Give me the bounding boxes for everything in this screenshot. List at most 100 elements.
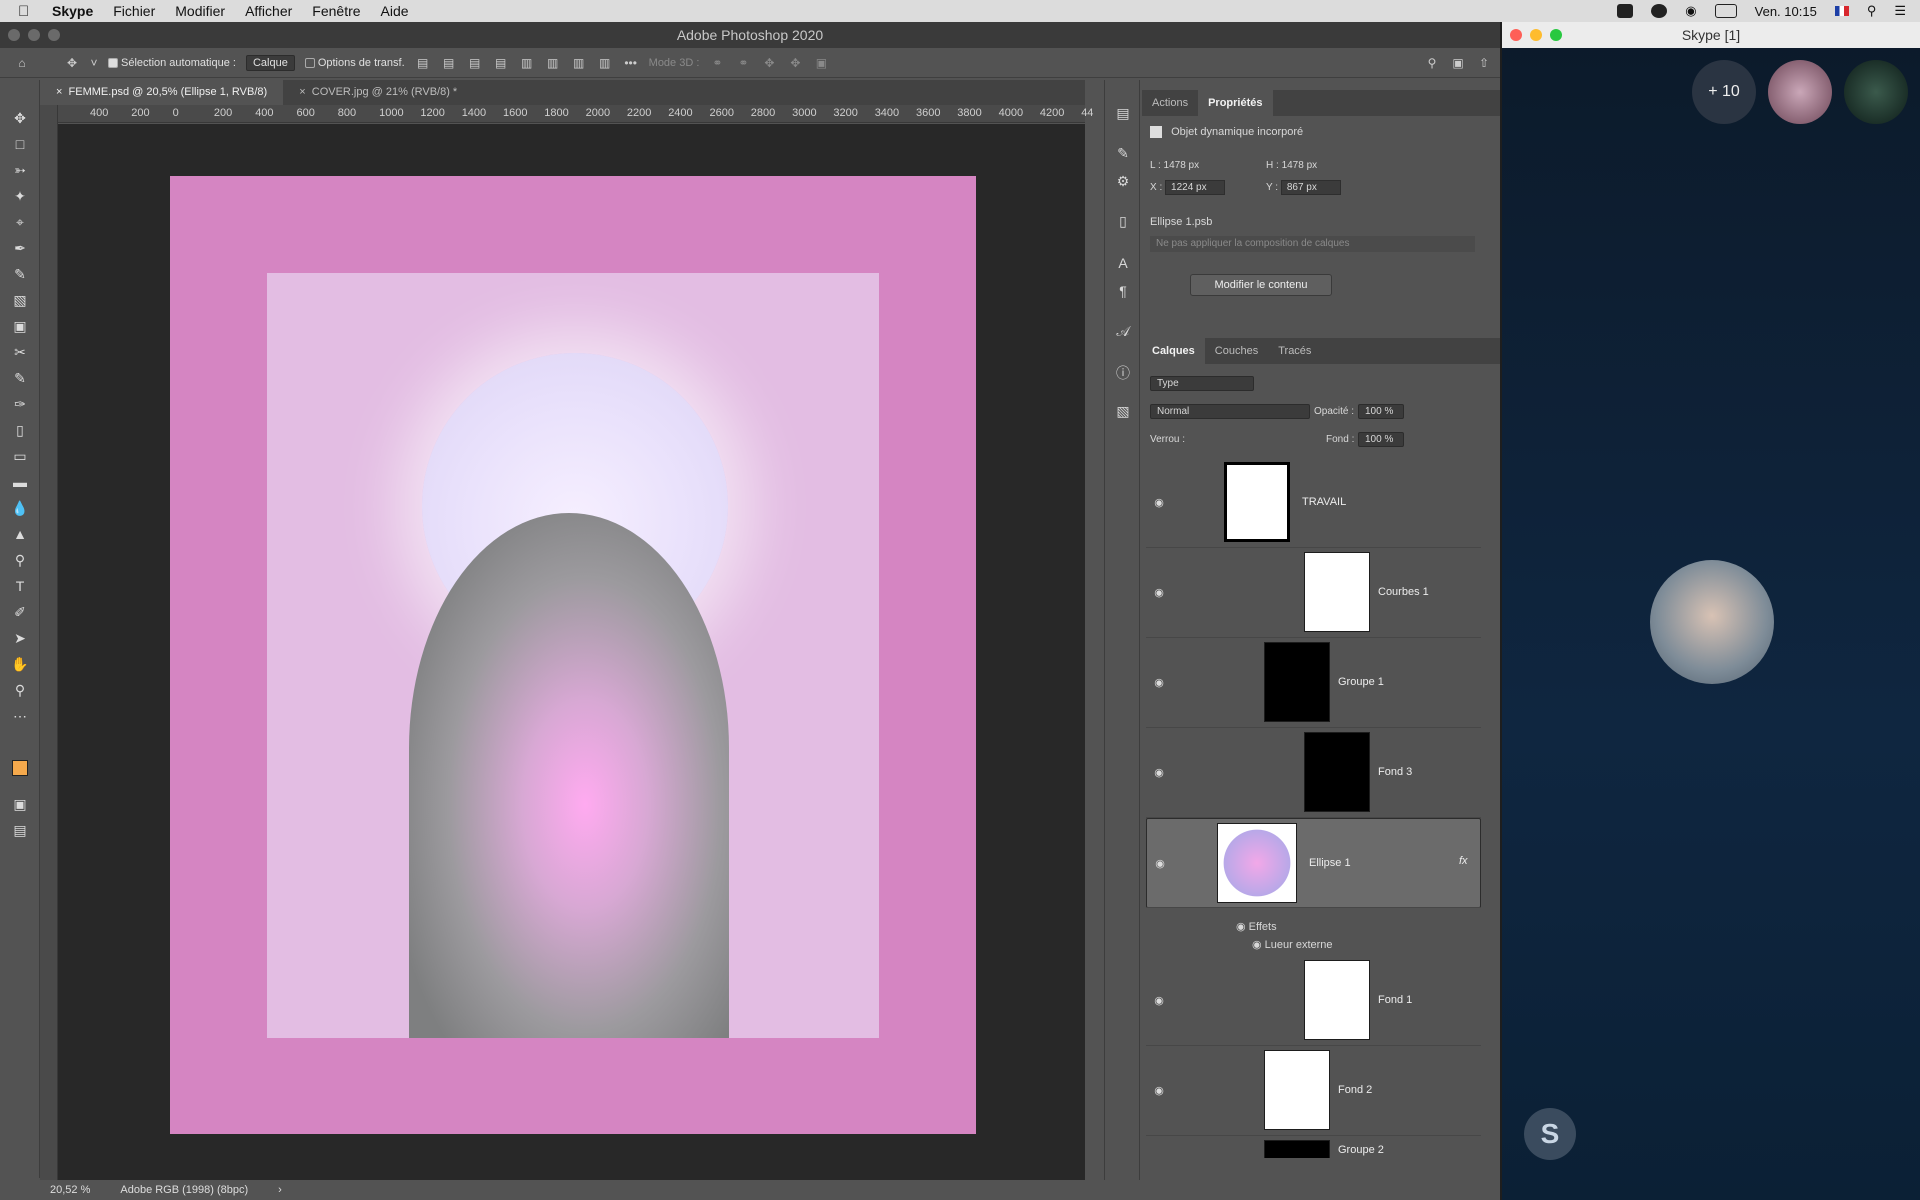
creative-cloud-icon[interactable] bbox=[1651, 4, 1668, 18]
skype-logo[interactable]: S bbox=[1524, 1108, 1576, 1160]
flag-icon[interactable] bbox=[1834, 6, 1849, 16]
participant-avatar[interactable] bbox=[1844, 60, 1908, 124]
eye-icon[interactable]: ◉ bbox=[1152, 586, 1166, 600]
layer-ellipse-1[interactable]: ◉ Ellipse 1 fx bbox=[1146, 818, 1481, 908]
color-profile[interactable]: Adobe RGB (1998) (8bpc) bbox=[120, 1184, 248, 1196]
clone-source-icon[interactable]: ▯ bbox=[1114, 212, 1132, 230]
apple-icon[interactable]:  bbox=[18, 3, 36, 20]
lasso-tool-icon[interactable]: ➳ bbox=[10, 160, 30, 180]
align-middle-icon[interactable]: ▥ bbox=[545, 56, 561, 70]
layer-mask-thumbnail[interactable] bbox=[1304, 732, 1370, 812]
battery-icon[interactable] bbox=[1714, 4, 1737, 18]
notification-center-icon[interactable]: ☰ bbox=[1894, 3, 1906, 19]
tab-femme[interactable]: × FEMME.psd @ 20,5% (Ellipse 1, RVB/8) bbox=[40, 80, 284, 105]
workspace-icon[interactable]: ▣ bbox=[1450, 56, 1466, 70]
frame-tool-icon[interactable]: ▣ bbox=[10, 316, 30, 336]
clock[interactable]: Ven. 10:15 bbox=[1755, 4, 1817, 19]
zoom-button[interactable] bbox=[1550, 29, 1562, 41]
align-center-icon[interactable]: ▤ bbox=[441, 56, 457, 70]
wifi-icon[interactable]: ◉ bbox=[1685, 3, 1696, 19]
layer-mask-thumbnail[interactable] bbox=[1264, 1140, 1330, 1158]
more-tools-icon[interactable]: ⋯ bbox=[10, 706, 30, 726]
close-button[interactable] bbox=[1510, 29, 1522, 41]
blend-mode-dropdown[interactable]: Normal bbox=[1150, 404, 1310, 419]
layer-fond-3[interactable]: ◉ Fond 3 bbox=[1146, 728, 1481, 818]
layer-fond-1[interactable]: ◉ Fond 1 bbox=[1146, 956, 1481, 1046]
layers-list[interactable]: ◉ TRAVAIL ◉ Courbes 1 ◉ Groupe 1 ◉ Fond … bbox=[1142, 458, 1492, 1158]
info-icon[interactable]: ⓘ bbox=[1114, 364, 1132, 382]
healing-brush-icon[interactable]: ✎ bbox=[10, 264, 30, 284]
path-select-icon[interactable]: ➤ bbox=[10, 628, 30, 648]
layer-mask-thumbnail[interactable] bbox=[1224, 462, 1290, 542]
minimize-button[interactable] bbox=[1530, 29, 1542, 41]
cover-image[interactable] bbox=[267, 273, 879, 1038]
menu-fichier[interactable]: Fichier bbox=[113, 3, 155, 19]
stamp-tool-icon[interactable]: ▯ bbox=[10, 420, 30, 440]
chevron-right-icon[interactable]: › bbox=[278, 1184, 282, 1196]
eraser-icon[interactable]: ▭ bbox=[10, 446, 30, 466]
eye-icon[interactable]: ◉ bbox=[1152, 496, 1166, 510]
zoom-level[interactable]: 20,52 % bbox=[50, 1184, 90, 1196]
align-left-icon[interactable]: ▤ bbox=[415, 56, 431, 70]
histogram-icon[interactable]: ▧ bbox=[1114, 402, 1132, 420]
align-bottom-icon[interactable]: ▥ bbox=[571, 56, 587, 70]
participant-avatar[interactable] bbox=[1650, 560, 1774, 684]
menu-fenetre[interactable]: Fenêtre bbox=[312, 3, 360, 19]
layer-mask-thumbnail[interactable] bbox=[1304, 552, 1370, 632]
hand-tool-icon[interactable]: ✋ bbox=[10, 654, 30, 674]
height-field[interactable]: H : 1478 px bbox=[1266, 160, 1317, 171]
layer-fond-2[interactable]: ◉ Fond 2 bbox=[1146, 1046, 1481, 1136]
skype-status-icon[interactable] bbox=[1617, 4, 1634, 18]
distribute-vertical-icon[interactable]: ▥ bbox=[597, 56, 613, 70]
layer-mask-thumbnail[interactable] bbox=[1264, 642, 1330, 722]
more-icon[interactable]: ••• bbox=[623, 56, 639, 70]
menu-modifier[interactable]: Modifier bbox=[175, 3, 225, 19]
menu-skype[interactable]: Skype bbox=[52, 3, 93, 19]
layer-groupe-2[interactable]: Groupe 2 bbox=[1146, 1136, 1481, 1158]
outer-glow-row[interactable]: ◉ Lueur externe bbox=[1252, 938, 1333, 951]
slide-3d-icon[interactable]: ✥ bbox=[787, 56, 803, 70]
search-icon[interactable]: ⚲ bbox=[1867, 3, 1877, 19]
gradient-tool-icon[interactable]: ▬ bbox=[10, 472, 30, 492]
eye-icon[interactable]: ◉ bbox=[1252, 939, 1265, 951]
home-icon[interactable]: ⌂ bbox=[14, 56, 30, 70]
layer-filter-dropdown[interactable]: Type bbox=[1150, 376, 1254, 391]
crop-tool-icon[interactable]: ⌖ bbox=[10, 212, 30, 232]
character-icon[interactable]: A bbox=[1114, 254, 1132, 272]
participant-avatar[interactable] bbox=[1768, 60, 1832, 124]
pen-tool-icon[interactable]: ✐ bbox=[10, 602, 30, 622]
eye-icon[interactable]: ◉ bbox=[1152, 676, 1166, 690]
glyphs-icon[interactable]: 𝒜 bbox=[1114, 322, 1132, 340]
width-field[interactable]: L : 1478 px bbox=[1150, 160, 1199, 171]
history-brush-icon[interactable]: ✑ bbox=[10, 394, 30, 414]
move-tool-icon[interactable]: ✥ bbox=[64, 56, 80, 70]
tab-paths[interactable]: Tracés bbox=[1268, 338, 1321, 364]
quick-mask-icon[interactable]: ▣ bbox=[10, 794, 30, 814]
eye-icon[interactable]: ◉ bbox=[1152, 994, 1166, 1008]
orbit-3d-icon[interactable]: ⚭ bbox=[709, 56, 725, 70]
layer-comp-select[interactable]: Ne pas appliquer la composition de calqu… bbox=[1150, 236, 1475, 252]
opacity-input[interactable]: 100 % bbox=[1358, 404, 1404, 419]
menu-aide[interactable]: Aide bbox=[381, 3, 409, 19]
foreground-color-swatch[interactable] bbox=[12, 760, 28, 776]
distribute-icon[interactable]: ▤ bbox=[493, 56, 509, 70]
search-icon[interactable]: ⚲ bbox=[1424, 56, 1440, 70]
bandaid-icon[interactable]: ▧ bbox=[10, 290, 30, 310]
layer-groupe-1[interactable]: ◉ Groupe 1 bbox=[1146, 638, 1481, 728]
tab-channels[interactable]: Couches bbox=[1205, 338, 1268, 364]
transform-options-checkbox[interactable]: Options de transf. bbox=[304, 57, 405, 69]
brush-tool-icon[interactable]: ✎ bbox=[10, 368, 30, 388]
roll-3d-icon[interactable]: ⚭ bbox=[735, 56, 751, 70]
layer-travail[interactable]: ◉ TRAVAIL bbox=[1146, 458, 1481, 548]
eye-icon[interactable]: ◉ bbox=[1152, 1084, 1166, 1098]
type-tool-icon[interactable]: T bbox=[10, 576, 30, 596]
screen-mode-icon[interactable]: ▤ bbox=[10, 820, 30, 840]
dodge-tool-icon[interactable]: ⚲ bbox=[10, 550, 30, 570]
quick-select-icon[interactable]: ✦ bbox=[10, 186, 30, 206]
tab-layers[interactable]: Calques bbox=[1142, 338, 1205, 364]
layer-mask-thumbnail[interactable] bbox=[1304, 960, 1370, 1040]
paragraph-icon[interactable]: ¶ bbox=[1114, 282, 1132, 300]
sharpen-icon[interactable]: ▲ bbox=[10, 524, 30, 544]
horizontal-ruler[interactable]: 400 200 0 200 400 600 800 1000 1200 1400 1600 1800 2… bbox=[58, 105, 1093, 123]
smart-object-thumbnail[interactable] bbox=[1217, 823, 1297, 903]
